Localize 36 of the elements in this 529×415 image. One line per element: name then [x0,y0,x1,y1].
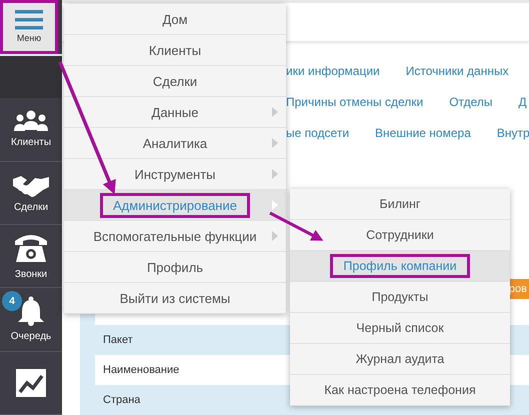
nav-link[interactable]: Источники данных [406,64,509,78]
menu-item[interactable]: Сделки [64,66,286,97]
nav-link[interactable]: ики информации [286,64,380,78]
sidebar-item[interactable]: Звонки [0,224,62,288]
sidebar-item[interactable]: Клиенты [0,98,62,162]
nav-link[interactable]: Д [518,94,527,108]
count-badge: 4 [2,291,22,312]
field-label: Наименование [103,364,180,376]
field-label: Страна [103,394,140,406]
menu-item[interactable]: Аналитика [64,128,286,159]
nav-link[interactable]: Внешние номера [375,126,471,140]
nav-link[interactable]: Внутр [496,126,529,140]
phone-icon [14,232,48,264]
menu-item[interactable]: Данные [64,97,286,128]
menu-item[interactable]: Журнал аудита [290,344,510,375]
sidebar-item[interactable]: Очередь 4 [0,288,62,352]
menu-item[interactable]: Билинг [290,189,510,220]
menu-item[interactable]: Черный список [290,313,510,344]
menu-item[interactable]: Профиль [64,252,286,283]
nav-link[interactable]: Отделы [449,94,493,108]
field-label: Пакет [103,334,133,346]
menu-icon [15,10,43,30]
menu-item[interactable]: Клиенты [64,35,286,66]
nav-link[interactable]: ые подсети [286,126,350,140]
menu-item[interactable]: Дом [64,4,286,35]
menu-item[interactable]: Продукты [290,282,510,313]
annotation-arrow [269,212,324,241]
menu-item[interactable]: Вспомогательные функции [64,221,286,252]
bell-icon [16,296,46,326]
menu-item[interactable]: Как настроена телефония [290,375,510,406]
people-icon [14,110,48,132]
sidebar-item[interactable]: Сделки [0,162,62,225]
menu-item[interactable]: Выйти из системы [64,283,286,314]
chart-icon [15,368,47,398]
menu-button[interactable]: Меню [0,0,58,54]
nav-link[interactable]: Причины отмены сделки [286,94,424,108]
